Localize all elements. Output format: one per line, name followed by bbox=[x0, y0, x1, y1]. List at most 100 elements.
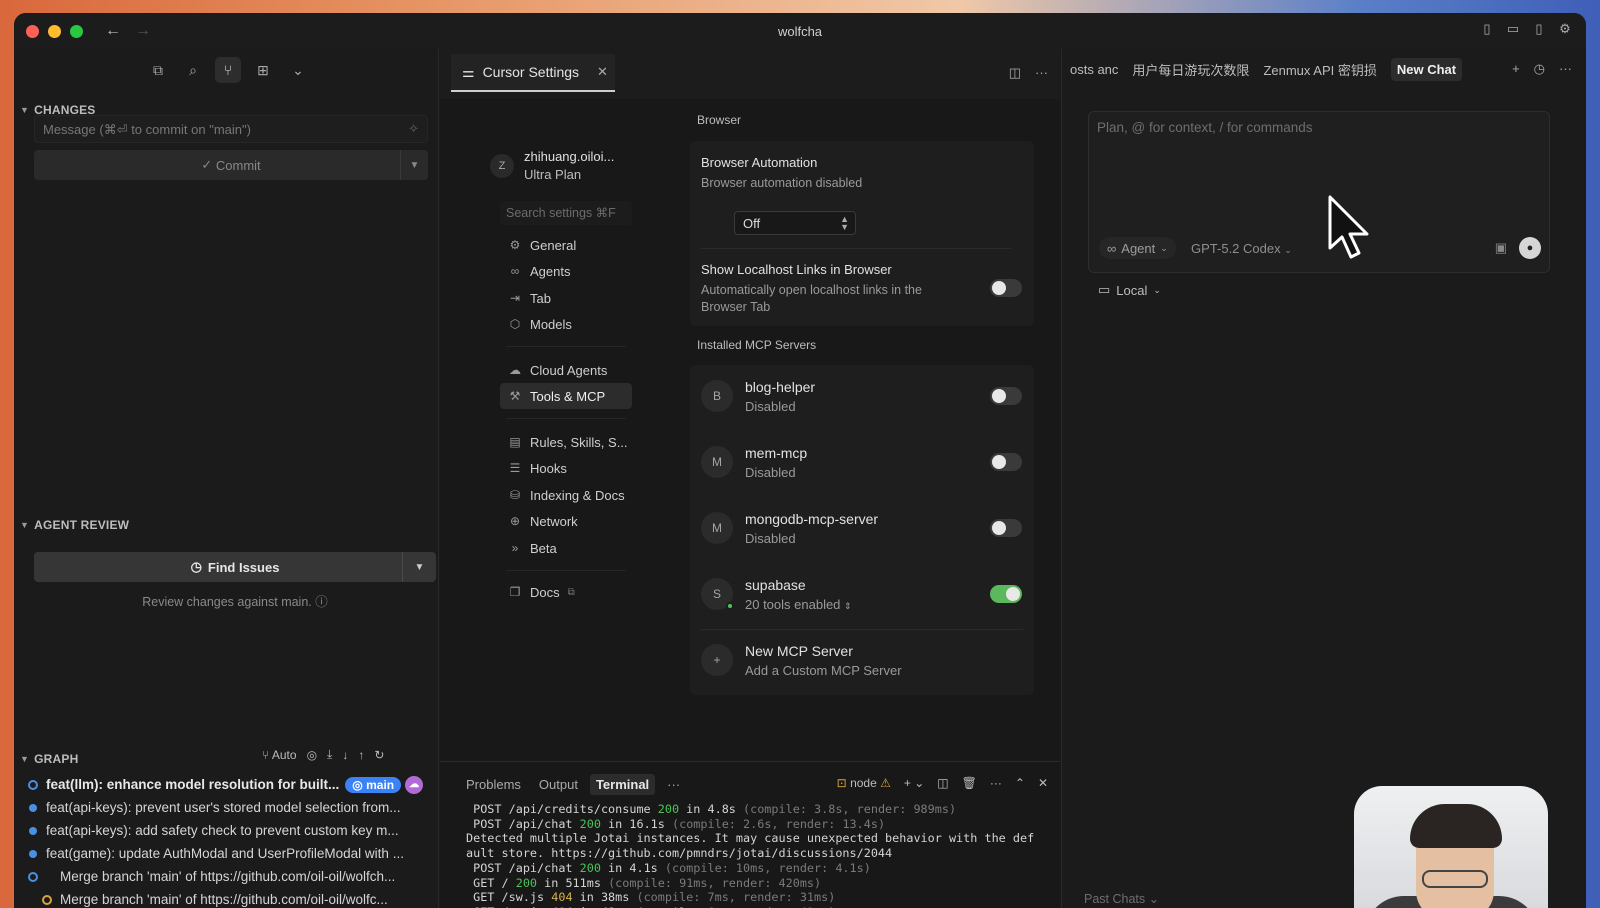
close-tab-icon[interactable]: ✕ bbox=[597, 64, 608, 80]
source-control-icon[interactable]: ⑂ bbox=[215, 57, 241, 83]
mcp-server-toggle[interactable] bbox=[990, 519, 1022, 537]
commit-row[interactable]: Merge branch 'main' of https://github.co… bbox=[24, 888, 434, 908]
localhost-links-toggle[interactable] bbox=[990, 279, 1022, 297]
settings-gear-icon[interactable]: ⚙ bbox=[1558, 22, 1572, 36]
settings-nav-cloud-agents[interactable]: ☁ Cloud Agents bbox=[500, 357, 632, 383]
toggle-panel-icon[interactable]: ▭ bbox=[1506, 22, 1520, 36]
files-icon[interactable]: ⧉ bbox=[145, 57, 171, 83]
toggle-secondary-sidebar-icon[interactable]: ▯ bbox=[1532, 22, 1546, 36]
commit-node-icon bbox=[29, 803, 37, 812]
chat-tab[interactable]: 用户每日游玩次数限 bbox=[1132, 60, 1249, 79]
branch-auto-toggle[interactable]: ⑂ Auto bbox=[262, 748, 297, 762]
mcp-server-row[interactable]: S supabase 20 tools enabled ⇕ bbox=[690, 563, 1034, 629]
tab-new-chat[interactable]: New Chat bbox=[1390, 58, 1463, 81]
settings-nav-docs[interactable]: ❐ Docs ⧉ bbox=[500, 579, 632, 605]
mcp-server-row[interactable]: B blog-helper Disabled bbox=[690, 365, 1034, 431]
fetch-icon[interactable]: ⤓ bbox=[327, 747, 332, 762]
chat-tab[interactable]: Zenmux API 密钥损 bbox=[1263, 60, 1376, 79]
pull-icon[interactable]: ↓ bbox=[342, 748, 348, 762]
tab-cursor-settings[interactable]: ⚌ Cursor Settings ✕ bbox=[451, 54, 615, 92]
commit-row[interactable]: feat(api-keys): add safety check to prev… bbox=[24, 819, 434, 842]
push-icon[interactable]: ↑ bbox=[358, 748, 364, 762]
settings-nav-network[interactable]: ⊕ Network bbox=[500, 508, 632, 534]
model-select[interactable]: GPT-5.2 Codex ⌄ bbox=[1191, 241, 1292, 256]
commit-options-chevron-icon[interactable]: ▼ bbox=[400, 150, 428, 180]
more-actions-icon[interactable]: ··· bbox=[1035, 65, 1048, 81]
tab-output[interactable]: Output bbox=[533, 774, 584, 795]
search-icon[interactable]: ⌕ bbox=[180, 57, 206, 83]
updown-chevron-icon[interactable]: ⇕ bbox=[844, 601, 852, 611]
terminal-output[interactable]: POST /api/credits/consume 200 in 4.8s (c… bbox=[466, 802, 1051, 908]
tab-terminal[interactable]: Terminal bbox=[589, 774, 656, 795]
plus-icon[interactable]: + bbox=[1512, 61, 1520, 77]
split-editor-icon[interactable]: ◫ bbox=[1009, 65, 1021, 81]
settings-nav-tools-mcp[interactable]: ⚒ Tools & MCP bbox=[500, 383, 632, 409]
settings-nav-hooks[interactable]: ☰ Hooks bbox=[500, 455, 632, 481]
mcp-server-row[interactable]: M mem-mcp Disabled bbox=[690, 431, 1034, 497]
maximize-window-button[interactable] bbox=[70, 24, 83, 38]
microphone-icon[interactable]: ● bbox=[1519, 237, 1541, 259]
graph-section-header[interactable]: ▼ GRAPH bbox=[20, 752, 78, 766]
image-icon[interactable]: ▣ bbox=[1495, 240, 1507, 256]
history-icon[interactable]: ◷ bbox=[1534, 61, 1545, 77]
refresh-icon[interactable]: ↻ bbox=[374, 748, 384, 762]
commit-button[interactable]: ✓ Commit ▼ bbox=[34, 150, 428, 180]
more-actions-icon[interactable]: ··· bbox=[1559, 61, 1572, 77]
help-icon[interactable]: ⓘ bbox=[315, 595, 328, 609]
find-issues-options-chevron-icon[interactable]: ▼ bbox=[402, 552, 436, 582]
minimize-window-button[interactable] bbox=[48, 24, 61, 38]
find-issues-button[interactable]: ◷ Find Issues ▼ bbox=[34, 552, 436, 582]
divider bbox=[701, 248, 1011, 249]
extensions-icon[interactable]: ⊞ bbox=[250, 57, 276, 83]
agent-review-section-header[interactable]: ▼ AGENT REVIEW bbox=[20, 518, 129, 532]
more-tabs-icon[interactable]: ··· bbox=[661, 774, 686, 795]
account-info[interactable]: Z zhihuang.oiloi... Ultra Plan bbox=[490, 149, 614, 182]
forward-arrow-icon[interactable]: → bbox=[135, 22, 151, 40]
settings-nav-rules[interactable]: ▤ Rules, Skills, S... bbox=[500, 429, 632, 455]
activity-toolbar: ⧉ ⌕ ⑂ ⊞ ⌄ bbox=[145, 57, 311, 83]
agent-mode-select[interactable]: ∞ Agent ⌄ bbox=[1099, 237, 1176, 259]
mcp-server-toggle[interactable] bbox=[990, 585, 1022, 603]
settings-nav-beta[interactable]: » Beta bbox=[500, 535, 632, 561]
terminal-process[interactable]: ⊡ node ⚠ bbox=[837, 776, 891, 790]
mcp-server-row[interactable]: M mongodb-mcp-server Disabled bbox=[690, 497, 1034, 563]
past-chats-toggle[interactable]: Past Chats ⌄ bbox=[1084, 891, 1159, 906]
browser-automation-select[interactable]: Off ▲ ▼ bbox=[734, 211, 856, 235]
chat-input-box[interactable]: Plan, @ for context, / for commands ∞ Age… bbox=[1088, 111, 1550, 273]
settings-nav-agents[interactable]: ∞ Agents bbox=[500, 258, 632, 284]
mcp-servers-card: B blog-helper Disabled M mem-mcp Disable… bbox=[690, 365, 1034, 695]
localhost-links-title: Show Localhost Links in Browser bbox=[701, 262, 892, 277]
trash-icon[interactable]: 🗑 bbox=[962, 776, 977, 790]
commit-row[interactable]: Merge branch 'main' of https://github.co… bbox=[24, 865, 434, 888]
back-arrow-icon[interactable]: ← bbox=[105, 22, 121, 40]
maximize-panel-icon[interactable]: ⌃ bbox=[1015, 776, 1025, 790]
close-window-button[interactable] bbox=[26, 24, 39, 38]
settings-nav-tab[interactable]: ⇥ Tab bbox=[500, 285, 632, 311]
commit-message-input[interactable]: Message (⌘⏎ to commit on "main") ✧ bbox=[34, 115, 428, 143]
commit-row[interactable]: feat(game): update AuthModal and UserPro… bbox=[24, 842, 434, 865]
commit-row[interactable]: feat(api-keys): prevent user's stored mo… bbox=[24, 796, 434, 819]
check-icon: ✓ bbox=[201, 157, 213, 172]
sparkle-icon[interactable]: ✧ bbox=[408, 121, 419, 137]
split-terminal-icon[interactable]: ◫ bbox=[937, 776, 948, 790]
settings-nav-indexing[interactable]: ⛁ Indexing & Docs bbox=[500, 482, 632, 508]
settings-nav-general[interactable]: ⚙ General bbox=[500, 232, 632, 258]
settings-search-input[interactable]: Search settings ⌘F bbox=[500, 201, 632, 225]
commit-row[interactable]: feat(llm): enhance model resolution for … bbox=[24, 773, 434, 796]
chat-input[interactable]: Plan, @ for context, / for commands bbox=[1097, 120, 1313, 135]
close-panel-icon[interactable]: ✕ bbox=[1038, 776, 1048, 790]
mcp-server-toggle[interactable] bbox=[990, 453, 1022, 471]
chevron-down-icon[interactable]: ⌄ bbox=[285, 57, 311, 83]
settings-nav-models[interactable]: ⬡ Models bbox=[500, 311, 632, 337]
toggle-sidebar-icon[interactable]: ▯ bbox=[1480, 22, 1494, 36]
new-terminal-icon[interactable]: + ⌄ bbox=[904, 776, 924, 790]
more-actions-icon[interactable]: ··· bbox=[990, 776, 1002, 790]
editor-actions: ◫ ··· bbox=[1009, 65, 1048, 81]
environment-select[interactable]: ▭ Local ⌄ bbox=[1098, 282, 1161, 298]
sliders-icon: ⚌ bbox=[462, 63, 475, 80]
target-icon[interactable]: ◎ bbox=[307, 748, 317, 762]
chat-tab[interactable]: osts anc bbox=[1070, 62, 1118, 77]
new-mcp-server-button[interactable]: + New MCP Server Add a Custom MCP Server bbox=[690, 629, 1034, 695]
mcp-server-toggle[interactable] bbox=[990, 387, 1022, 405]
tab-problems[interactable]: Problems bbox=[460, 774, 527, 795]
